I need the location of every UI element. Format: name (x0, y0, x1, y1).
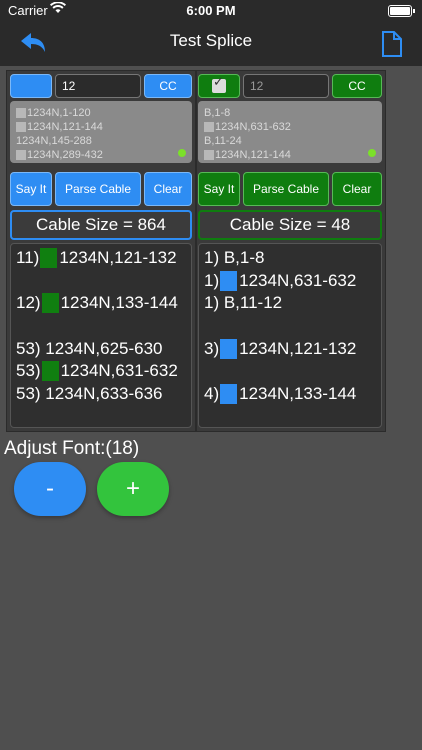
list-item: B,11-24 (204, 135, 242, 147)
list-item: 1) B,1-8 (204, 248, 265, 268)
list-item: B,1-8 (204, 107, 231, 119)
right-count-input[interactable]: 12 (243, 74, 329, 98)
list-item: 1234N,631-632 (204, 120, 376, 134)
blue-marker (220, 338, 238, 359)
list-item (204, 315, 376, 338)
checkbox-icon (16, 122, 26, 132)
list-item: 1234N,289-432 (16, 148, 186, 162)
status-dot (368, 149, 376, 157)
list-item: 1) B,11-12 (204, 293, 283, 313)
left-cable-list[interactable]: 1234N,1-120 1234N,121-144 1234N,145-288 … (10, 101, 192, 163)
left-say-it-button[interactable]: Say It (10, 172, 52, 206)
right-cable-size: Cable Size = 48 (198, 210, 382, 240)
list-item: 3) 1234N,121-132 (204, 338, 357, 359)
right-parse-cable-button[interactable]: Parse Cable (243, 172, 329, 206)
left-cable-panel: 12 CC 1234N,1-120 1234N,121-144 1234N,14… (6, 70, 196, 432)
green-marker (40, 248, 58, 269)
list-item (16, 270, 186, 293)
list-item: 53) 1234N,633-636 (16, 383, 163, 403)
list-item: 53) 1234N,631-632 (16, 361, 178, 382)
right-cc-button[interactable]: CC (332, 74, 382, 98)
checkbox-icon (204, 150, 214, 160)
list-item: 1234N,1-120 (16, 106, 186, 120)
status-dot (178, 149, 186, 157)
left-cc-button[interactable]: CC (144, 74, 192, 98)
right-results-list[interactable]: 1) B,1-8 1) 1234N,631-632 1) B,11-12 3) … (198, 243, 382, 428)
right-cable-panel: 12 CC B,1-8 1234N,631-632 B,11-24 1234N,… (196, 70, 386, 432)
checkbox-icon (16, 150, 26, 160)
left-cable-size: Cable Size = 864 (10, 210, 192, 240)
status-time: 6:00 PM (186, 3, 236, 18)
left-parse-cable-button[interactable]: Parse Cable (55, 172, 141, 206)
blue-marker (220, 270, 238, 291)
green-marker (41, 293, 59, 314)
list-item: 53) 1234N,625-630 (16, 338, 163, 358)
document-icon[interactable] (380, 30, 404, 58)
increase-font-button[interactable]: + (97, 462, 169, 516)
checkbox-icon (16, 108, 26, 118)
list-item: 1234N,121-144 (16, 120, 186, 134)
left-count-input[interactable]: 12 (55, 74, 141, 98)
checkbox-icon (204, 122, 214, 132)
right-say-it-button[interactable]: Say It (198, 172, 240, 206)
left-clear-button[interactable]: Clear (144, 172, 192, 206)
status-bar: Carrier 6:00 PM (0, 0, 422, 22)
right-select-button[interactable] (198, 74, 240, 98)
list-item: 1234N,121-144 (204, 148, 376, 162)
decrease-font-button[interactable]: - (14, 462, 86, 516)
battery-icon (388, 5, 415, 17)
list-item (204, 360, 376, 383)
list-item: 11) 1234N,121-132 (16, 248, 177, 269)
page-title: Test Splice (169, 31, 253, 50)
list-item: 12) 1234N,133-144 (16, 293, 178, 314)
list-item: 1) 1234N,631-632 (204, 270, 357, 291)
checkbox-icon (212, 76, 226, 93)
blue-marker (220, 383, 238, 404)
right-cable-list[interactable]: B,1-8 1234N,631-632 B,11-24 1234N,121-14… (198, 101, 382, 163)
list-item: 4) 1234N,133-144 (204, 383, 357, 404)
list-item: 1234N,145-288 (16, 135, 92, 147)
left-select-button[interactable] (10, 74, 52, 98)
nav-bar: Test Splice (0, 22, 422, 66)
left-results-list[interactable]: 11) 1234N,121-132 12) 1234N,133-144 53) … (10, 243, 192, 428)
green-marker (41, 361, 59, 382)
adjust-font-label: Adjust Font:(18) (4, 438, 140, 459)
list-item (16, 315, 186, 338)
right-clear-button[interactable]: Clear (332, 172, 382, 206)
